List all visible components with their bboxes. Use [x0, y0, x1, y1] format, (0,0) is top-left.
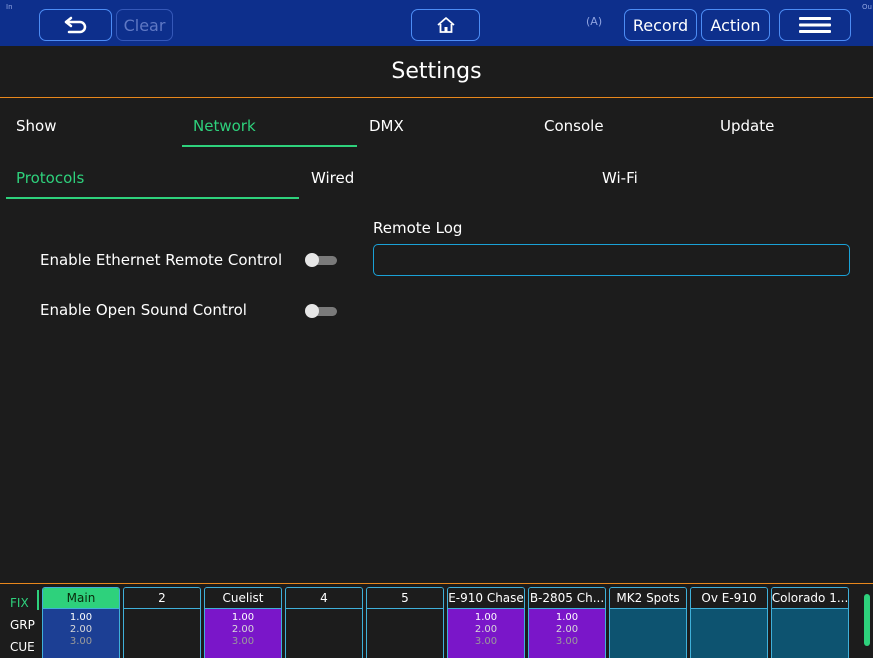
- playback-name: Colorado 1...: [772, 588, 848, 609]
- cue-value: 2.00: [231, 624, 255, 635]
- playback-button[interactable]: Cuelist 1.00 2.00 3.00: [204, 587, 282, 658]
- osc-toggle[interactable]: [305, 304, 337, 318]
- playback-cues: 1.00 2.00 3.00: [43, 609, 119, 658]
- settings-tabs: Show Network DMX Console Update: [0, 106, 873, 146]
- playback-name: 2: [124, 588, 200, 609]
- home-button[interactable]: [411, 9, 480, 41]
- tab-console[interactable]: Console: [544, 106, 604, 146]
- output-indicator: Ou: [862, 3, 872, 11]
- playback-cues: 1.00 2.00 3.00: [205, 609, 281, 658]
- cue-value: 2.00: [474, 624, 498, 635]
- undo-arrow-icon: [63, 16, 89, 34]
- toggle-knob: [305, 253, 319, 267]
- cue-value: 1.00: [555, 612, 579, 623]
- playback-name: 4: [286, 588, 362, 609]
- cue-value: 3.00: [69, 636, 93, 647]
- tab-show[interactable]: Show: [16, 106, 56, 146]
- cue-value: 3.00: [555, 636, 579, 647]
- cue-value: 2.00: [555, 624, 579, 635]
- side-fix[interactable]: FIX: [10, 596, 29, 610]
- remote-log-label: Remote Log: [373, 219, 463, 237]
- tab-network[interactable]: Network: [193, 106, 256, 146]
- toggle-knob: [305, 304, 319, 318]
- home-icon: [436, 16, 456, 34]
- active-tab-underline: [182, 145, 357, 147]
- playback-button[interactable]: Main 1.00 2.00 3.00: [42, 587, 120, 658]
- active-side-marker: [37, 590, 39, 610]
- playback-cues: [772, 609, 848, 658]
- action-button[interactable]: Action: [701, 9, 770, 41]
- playback-name: MK2 Spots: [610, 588, 686, 609]
- input-indicator: In: [6, 3, 13, 11]
- antenna-icon: (A): [586, 15, 603, 28]
- osc-label: Enable Open Sound Control: [40, 301, 247, 319]
- playback-name: Main: [43, 588, 119, 609]
- cue-value: 2.00: [69, 624, 93, 635]
- cue-value: 3.00: [231, 636, 255, 647]
- tab-update[interactable]: Update: [720, 106, 774, 146]
- back-button[interactable]: [39, 9, 112, 41]
- playback-button[interactable]: Colorado 1...: [771, 587, 849, 658]
- playback-button[interactable]: Ov E-910: [690, 587, 768, 658]
- playback-button[interactable]: 2: [123, 587, 201, 658]
- playback-cues: [691, 609, 767, 658]
- hamburger-menu-icon: [799, 17, 831, 33]
- tab-wired[interactable]: Wired: [311, 158, 354, 198]
- playback-cues: [610, 609, 686, 658]
- playback-name: 5: [367, 588, 443, 609]
- playback-name: E-910 Chase: [448, 588, 524, 609]
- playback-button[interactable]: MK2 Spots: [609, 587, 687, 658]
- tab-protocols[interactable]: Protocols: [16, 158, 84, 198]
- playback-name: Ov E-910: [691, 588, 767, 609]
- cue-value: 3.00: [474, 636, 498, 647]
- cue-value: 1.00: [474, 612, 498, 623]
- playback-cues: 1.00 2.00 3.00: [448, 609, 524, 658]
- playback-cues: [286, 609, 362, 658]
- menu-button[interactable]: [779, 9, 851, 41]
- clear-button[interactable]: Clear: [116, 9, 173, 41]
- side-cue[interactable]: CUE: [10, 640, 35, 654]
- scroll-indicator[interactable]: [864, 594, 870, 646]
- playback-cues: 1.00 2.00 3.00: [529, 609, 605, 658]
- network-subtabs: Protocols Wired Wi-Fi: [0, 158, 873, 198]
- playback-button[interactable]: 5: [366, 587, 444, 658]
- playback-button[interactable]: E-910 Chase 1.00 2.00 3.00: [447, 587, 525, 658]
- record-button[interactable]: Record: [624, 9, 697, 41]
- ethernet-remote-toggle[interactable]: [305, 253, 337, 267]
- playback-name: B-2805 Ch...: [529, 588, 605, 609]
- playback-button[interactable]: B-2805 Ch... 1.00 2.00 3.00: [528, 587, 606, 658]
- active-subtab-underline: [6, 197, 299, 199]
- remote-log-field[interactable]: [373, 244, 850, 276]
- cue-value: 1.00: [231, 612, 255, 623]
- playback-cues: [367, 609, 443, 658]
- ethernet-remote-label: Enable Ethernet Remote Control: [40, 251, 283, 269]
- playback-cues: [124, 609, 200, 658]
- tab-dmx[interactable]: DMX: [369, 106, 404, 146]
- playback-name: Cuelist: [205, 588, 281, 609]
- page-title: Settings: [0, 46, 873, 98]
- playback-button[interactable]: 4: [285, 587, 363, 658]
- cue-value: 1.00: [69, 612, 93, 623]
- top-toolbar: In Ou Clear (A) Record Action: [0, 0, 873, 46]
- side-grp[interactable]: GRP: [10, 618, 35, 632]
- tab-wifi[interactable]: Wi-Fi: [602, 158, 638, 198]
